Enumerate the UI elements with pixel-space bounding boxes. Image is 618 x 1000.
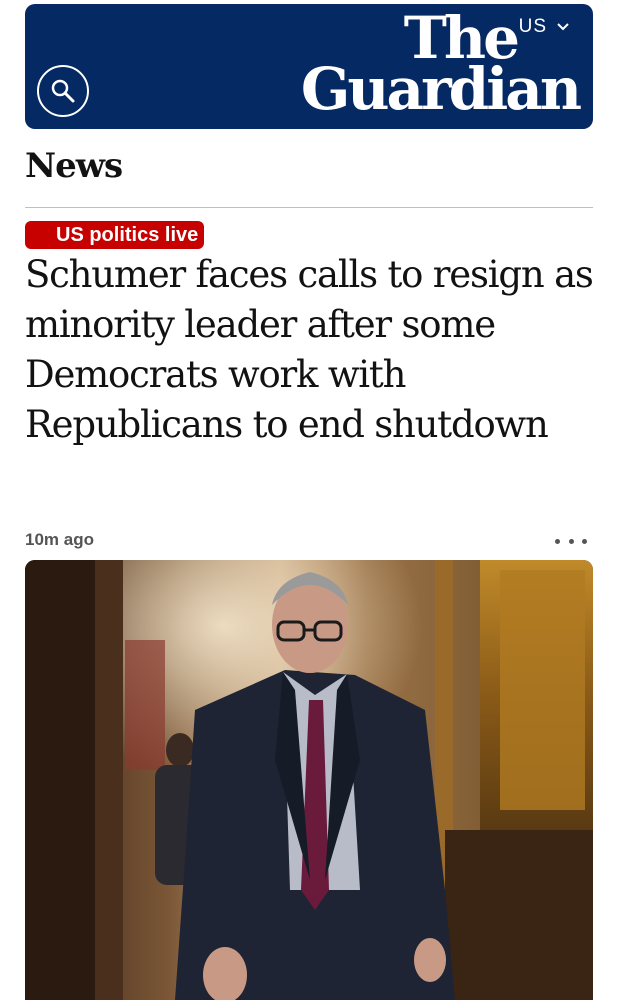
more-options-button[interactable] — [555, 536, 587, 546]
logo-line-2: Guardian — [300, 55, 582, 123]
masthead: US The Guardian — [25, 4, 593, 129]
live-kicker-badge[interactable]: US politics live — [25, 221, 205, 249]
section-divider — [25, 207, 593, 208]
guardian-logo[interactable]: The Guardian — [300, 9, 582, 123]
article-timestamp: 10m ago — [25, 530, 94, 549]
article-headline[interactable]: Schumer faces calls to resign as minorit… — [25, 250, 600, 450]
article-main-image[interactable] — [25, 560, 593, 1000]
more-options-icon — [555, 538, 560, 544]
section-title: News — [25, 146, 123, 186]
photo-illustration — [25, 560, 593, 1000]
search-button[interactable] — [37, 65, 89, 117]
search-icon — [51, 79, 75, 103]
